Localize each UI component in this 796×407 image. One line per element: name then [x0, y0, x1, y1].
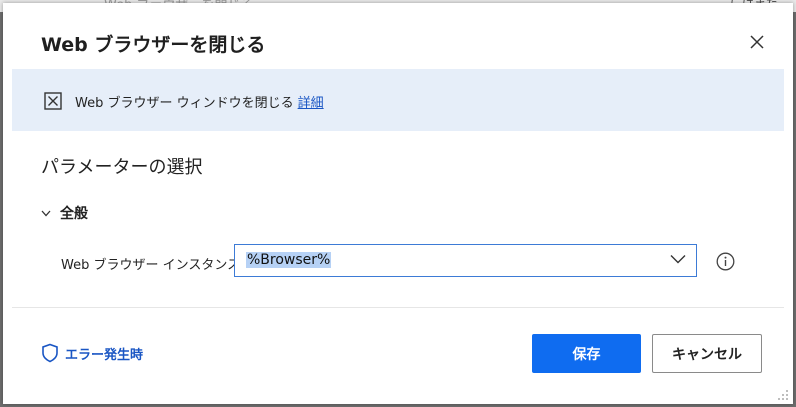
parameters-section-title: パラメーターの選択: [41, 157, 203, 178]
close-button[interactable]: [743, 28, 771, 56]
close-browser-dialog: Web ブラウザーを閉じる Web ブラウザー ウィンドウを閉じる 詳細 パラメー…: [3, 3, 793, 404]
info-icon[interactable]: [716, 252, 735, 271]
cancel-button[interactable]: キャンセル: [652, 334, 762, 373]
action-description: Web ブラウザー ウィンドウを閉じる 詳細: [75, 92, 324, 111]
chevron-down-icon: [670, 255, 686, 264]
on-error-link[interactable]: エラー発生時: [41, 343, 143, 363]
general-group-toggle[interactable]: 全般: [41, 203, 88, 223]
close-window-icon: [44, 92, 62, 110]
shield-icon: [42, 343, 58, 363]
save-button[interactable]: 保存: [532, 334, 641, 373]
resize-grip-icon[interactable]: [777, 389, 789, 401]
general-group-label: 全般: [60, 206, 88, 222]
action-info-bar: Web ブラウザー ウィンドウを閉じる 詳細: [12, 69, 784, 131]
action-description-text: Web ブラウザー ウィンドウを閉じる: [75, 96, 294, 111]
browser-instance-value: %Browser%: [246, 252, 332, 268]
close-icon: [750, 35, 764, 49]
browser-instance-label: Web ブラウザー インスタンス:: [61, 258, 245, 273]
browser-instance-select[interactable]: %Browser%: [234, 244, 697, 277]
dialog-title: Web ブラウザーを閉じる: [41, 34, 266, 56]
chevron-down-icon: [41, 210, 51, 216]
footer-divider: [12, 307, 784, 308]
details-link[interactable]: 詳細: [298, 96, 324, 111]
on-error-label: エラー発生時: [65, 347, 144, 363]
